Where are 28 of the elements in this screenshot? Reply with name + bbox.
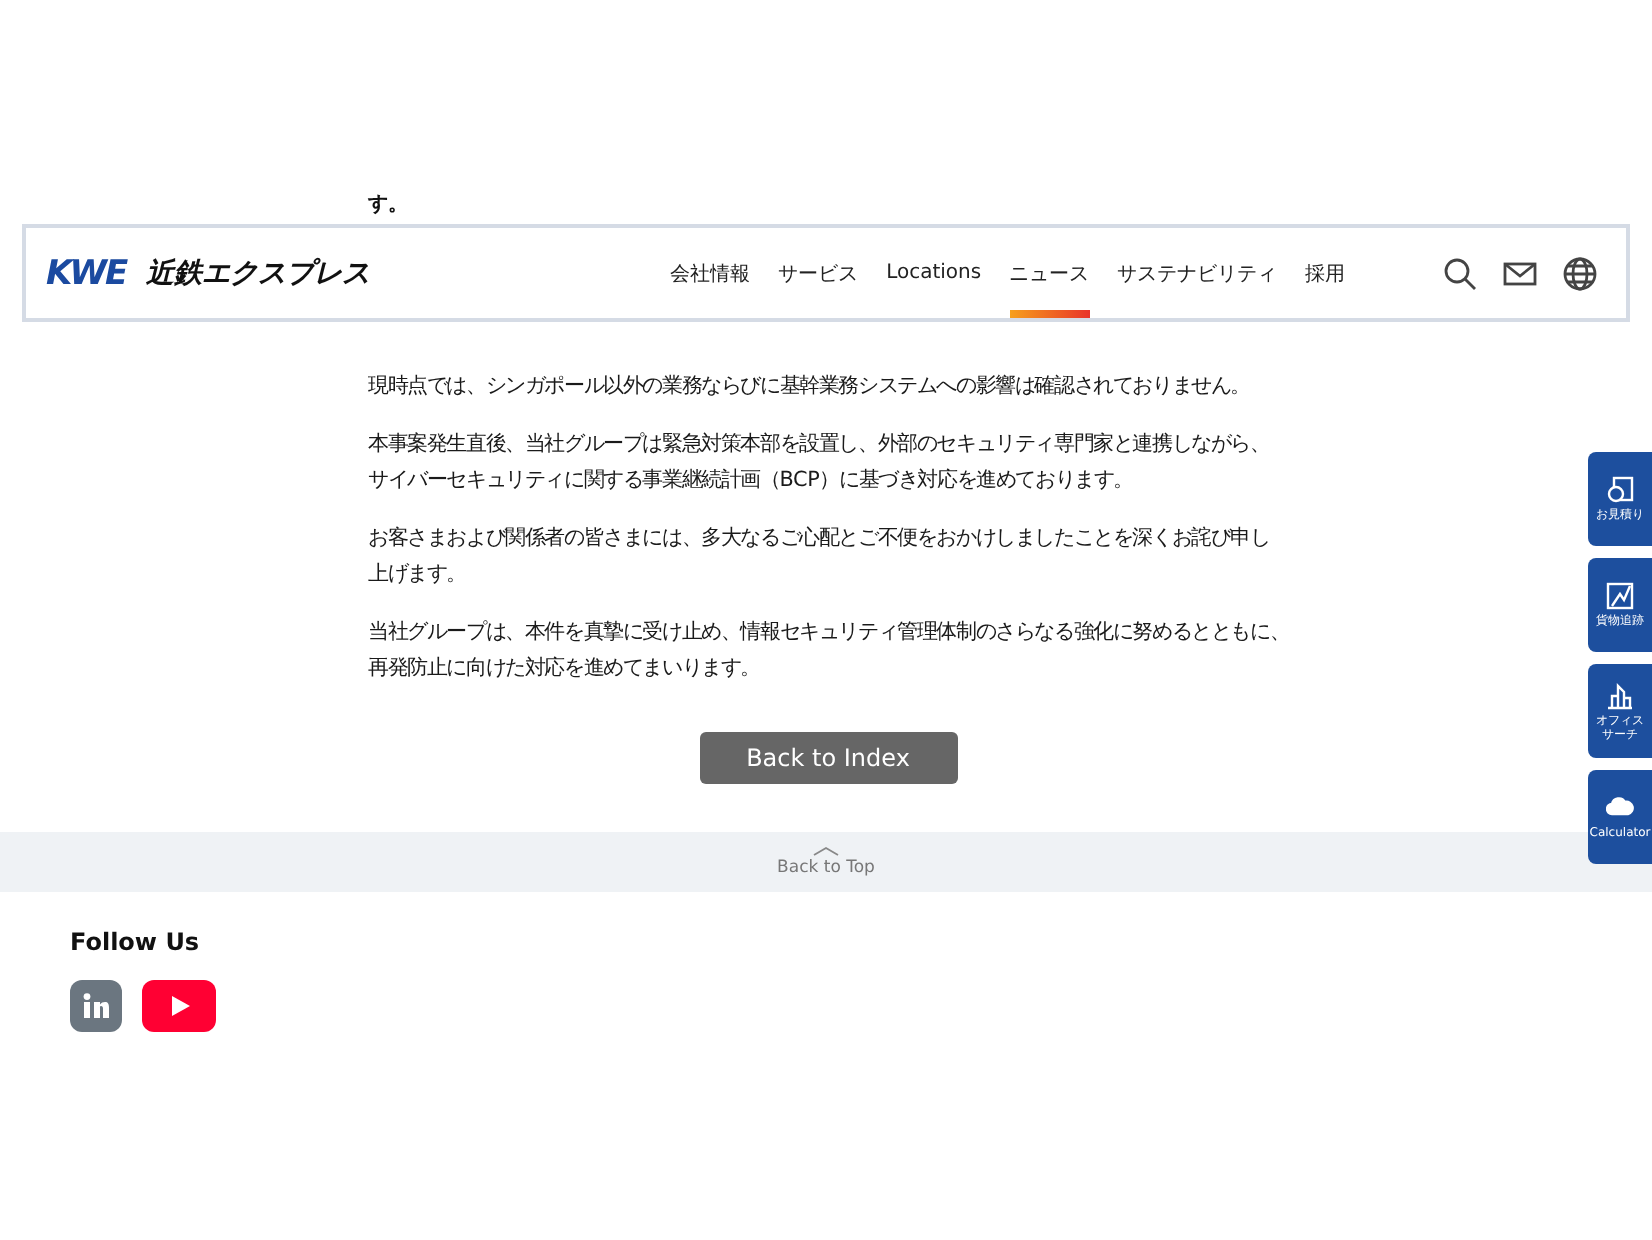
play-icon	[167, 994, 191, 1018]
back-to-index-button[interactable]: Back to Index	[699, 732, 957, 784]
nav-link[interactable]: サービス	[778, 228, 859, 318]
caret-up-icon	[812, 846, 840, 856]
search-icon	[1442, 255, 1478, 291]
text-fragment: す。	[368, 192, 408, 218]
paragraph: 本事案発生直後、当社グループは緊急対策本部を設置し、外部のセキュリティ専門家と連携しながら、 サイバーセキュリティに関する事業継続計画（BCP）に基づき対応を進めております。	[368, 430, 1270, 496]
globe-icon	[1562, 255, 1598, 291]
paragraph: 現時点では、シンガポール以外の業務ならびに基幹業務システムへの影響は確認されておりません。	[368, 372, 1251, 402]
globe-button[interactable]	[1562, 255, 1598, 291]
nav-link[interactable]: 採用	[1305, 228, 1346, 318]
route-icon	[1606, 582, 1634, 610]
paragraph: お客さまおよび関係者の皆さまには、多大なるご心配とご不便をおかけしましたことを深くお詫び申し 上げます。	[368, 524, 1270, 590]
nav-link[interactable]: サステナビリティ	[1117, 228, 1278, 318]
back-to-top-label: Back to Top	[777, 858, 875, 878]
document-coin-icon	[1606, 476, 1634, 504]
nav-link[interactable]: Locations	[886, 228, 982, 318]
nav-link[interactable]: ニュース	[1009, 228, 1090, 318]
search-button[interactable]	[1442, 255, 1478, 291]
buildings-icon	[1606, 681, 1634, 709]
logo-mark: KWE	[46, 253, 127, 293]
linkedin-icon	[82, 992, 110, 1020]
logo-text: 近鉄エクスプレス	[146, 255, 371, 291]
youtube-link[interactable]	[142, 980, 216, 1032]
paragraph: 当社グループは、本件を真摯に受け止め、情報セキュリティ管理体制のさらなる強化に努めるとともに、 再発防止に向けた対応を進めてまいります。	[368, 618, 1290, 684]
linkedin-link[interactable]	[70, 980, 122, 1032]
nav-link[interactable]: 会社情報	[670, 228, 751, 318]
follow-us-heading: Follow Us	[70, 928, 202, 956]
